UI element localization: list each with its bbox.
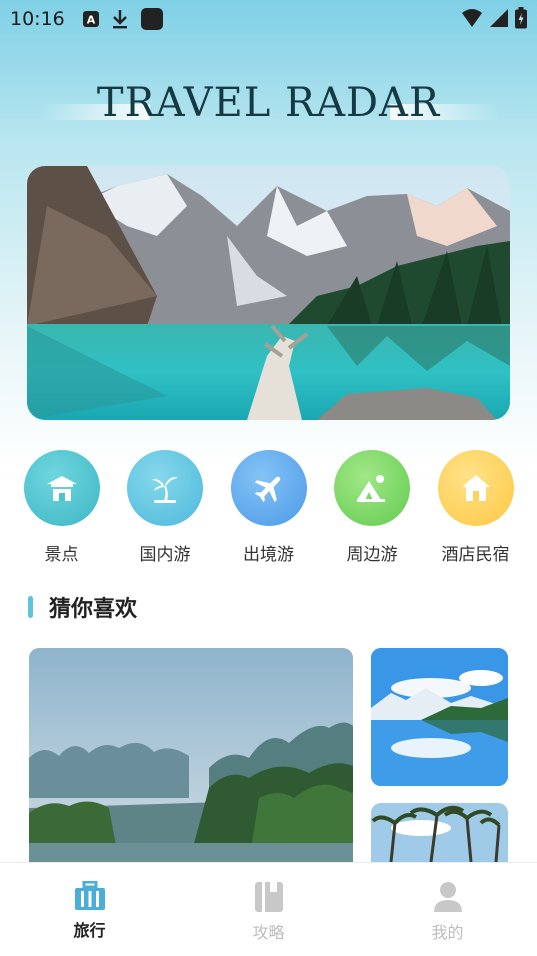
a-notification-icon: A (82, 11, 99, 27)
battery-icon (515, 7, 527, 29)
recommend-card-small-2[interactable] (371, 803, 508, 862)
status-bar: 10:16 A (0, 0, 537, 38)
temple-icon (46, 476, 77, 501)
section-header: 猜你喜欢 (28, 592, 137, 622)
category-circle (127, 450, 203, 526)
category-circle (334, 450, 410, 526)
status-time: 10:16 (10, 8, 65, 30)
nav-guide[interactable]: 攻略 (209, 881, 329, 956)
category-circle (437, 450, 514, 526)
user-icon (433, 882, 462, 912)
category-label: 国内游 (139, 545, 191, 565)
recommend-card-small-1[interactable] (371, 648, 508, 786)
category-circle (230, 450, 307, 526)
app-square-icon (140, 8, 163, 30)
nav-profile[interactable]: 我的 (388, 881, 508, 956)
bottom-nav: 旅行 攻略 我的 (0, 862, 537, 956)
download-icon (111, 8, 129, 30)
category-outbound-travel[interactable]: 出境游 (217, 450, 320, 565)
nav-label: 旅行 (73, 921, 106, 940)
hero-banner[interactable] (27, 166, 510, 420)
category-domestic-travel[interactable]: 国内游 (114, 450, 217, 565)
palm-trees-photo (371, 803, 508, 862)
category-scenic-spots[interactable]: 景点 (10, 450, 113, 565)
category-label: 酒店民宿 (441, 545, 510, 565)
section-title: 猜你喜欢 (49, 597, 138, 622)
signal-icon (489, 8, 509, 28)
svg-text:A: A (87, 14, 96, 27)
mountain-icon (357, 475, 385, 502)
category-circle (23, 450, 100, 526)
luggage-icon (74, 881, 105, 910)
house-icon (461, 475, 490, 501)
mountain-lake-photo (27, 166, 510, 420)
karst-river-photo (29, 648, 353, 862)
book-icon (254, 882, 283, 912)
category-label: 景点 (44, 545, 79, 565)
category-nearby-travel[interactable]: 周边游 (321, 450, 424, 565)
category-hotels[interactable]: 酒店民宿 (424, 450, 527, 565)
category-label: 出境游 (243, 545, 294, 565)
nav-label: 我的 (431, 923, 464, 942)
brand-title: TRAVEL RADAR (96, 80, 441, 126)
palm-tree-icon (152, 477, 178, 503)
airplane-icon (254, 476, 280, 503)
lake-reflection-photo (371, 648, 508, 786)
wifi-icon (461, 8, 483, 28)
category-label: 周边游 (346, 545, 398, 565)
recommend-card-large[interactable] (29, 648, 353, 862)
section-accent-bar (28, 596, 33, 618)
category-row: 景点 国内游 出境游 周边游 酒店民宿 (10, 450, 527, 565)
nav-travel[interactable]: 旅行 (30, 881, 150, 956)
nav-label: 攻略 (252, 923, 285, 942)
